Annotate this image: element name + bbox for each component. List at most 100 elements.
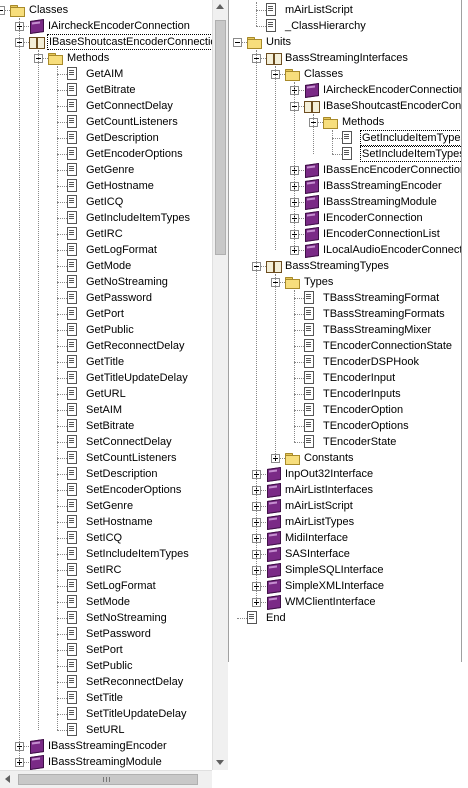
tree-node-label[interactable]: GetTitleUpdateDelay <box>85 370 189 386</box>
tree-node[interactable]: GetEncoderOptions <box>0 146 212 162</box>
tree-node[interactable]: TEncoderDSPHook <box>229 354 461 370</box>
tree-node-label[interactable]: SetCountListeners <box>85 450 178 466</box>
tree-node[interactable]: SetIncludeItemTypes <box>229 146 461 162</box>
tree-node[interactable]: Classes <box>0 2 212 18</box>
left-vertical-scrollbar[interactable] <box>212 0 228 770</box>
tree-node-label[interactable]: GetAIM <box>85 66 124 82</box>
tree-node-label[interactable]: SimpleSQLInterface <box>284 562 384 578</box>
tree-node[interactable]: TEncoderConnectionState <box>229 338 461 354</box>
tree-node[interactable]: GetNoStreaming <box>0 274 212 290</box>
tree-node[interactable]: GetTitleUpdateDelay <box>0 370 212 386</box>
tree-node-label[interactable]: TEncoderState <box>322 434 397 450</box>
tree-node-label[interactable]: TEncoderOption <box>322 402 404 418</box>
tree-node-label[interactable]: GetCountListeners <box>85 114 179 130</box>
tree-node[interactable]: GetAIM <box>0 66 212 82</box>
tree-node[interactable]: TEncoderState <box>229 434 461 450</box>
tree-node[interactable]: SetURL <box>0 722 212 738</box>
tree-node-label[interactable]: GetNoStreaming <box>85 274 169 290</box>
tree-node[interactable]: SetDescription <box>0 466 212 482</box>
tree-node[interactable]: Constants <box>229 450 461 466</box>
tree-node-label[interactable]: WMClientInterface <box>284 594 376 610</box>
tree-node-label[interactable]: SetTitle <box>85 690 124 706</box>
tree-node-label[interactable]: SetMode <box>85 594 131 610</box>
tree-node-label[interactable]: Types <box>303 274 334 290</box>
tree-node[interactable]: SetICQ <box>0 530 212 546</box>
tree-node-label[interactable]: SetDescription <box>85 466 159 482</box>
tree-node-label[interactable]: GetMode <box>85 258 132 274</box>
tree-node[interactable]: IBassStreamingModule <box>0 754 212 770</box>
tree-node[interactable]: IBaseShoutcastEncoderConnection <box>0 34 212 50</box>
tree-node[interactable]: WMClientInterface <box>229 594 461 610</box>
tree-node[interactable]: SetPublic <box>0 658 212 674</box>
tree-node-label[interactable]: IBassStreamingModule <box>47 754 163 770</box>
tree-node-label[interactable]: SetGenre <box>85 498 134 514</box>
tree-node[interactable]: GetIRC <box>0 226 212 242</box>
tree-node-label[interactable]: IBassStreamingModule <box>322 194 438 210</box>
tree-node[interactable]: Types <box>229 274 461 290</box>
tree-node-label[interactable]: SetConnectDelay <box>85 434 173 450</box>
tree-node-label[interactable]: GetTitle <box>85 354 125 370</box>
tree-node[interactable]: InpOut32Interface <box>229 466 461 482</box>
tree-node-label[interactable]: GetLogFormat <box>85 242 158 258</box>
tree-node-label[interactable]: SetHostname <box>85 514 154 530</box>
tree-node[interactable]: SetEncoderOptions <box>0 482 212 498</box>
tree-node[interactable]: SetTitleUpdateDelay <box>0 706 212 722</box>
tree-node-label[interactable]: GetPort <box>85 306 125 322</box>
tree-node[interactable]: mAirListTypes <box>229 514 461 530</box>
tree-node-label[interactable]: SetTitleUpdateDelay <box>85 706 187 722</box>
tree-node[interactable]: GetICQ <box>0 194 212 210</box>
tree-node[interactable]: SimpleXMLInterface <box>229 578 461 594</box>
tree-node[interactable]: TEncoderOption <box>229 402 461 418</box>
tree-node-label[interactable]: IBaseShoutcastEncoderConnection <box>322 98 461 114</box>
tree-node-label[interactable]: SetURL <box>85 722 126 738</box>
tree-node-label[interactable]: TEncoderInputs <box>322 386 402 402</box>
tree-node[interactable]: GetPort <box>0 306 212 322</box>
tree-node-label[interactable]: IEncoderConnection <box>322 210 424 226</box>
tree-node[interactable]: SetCountListeners <box>0 450 212 466</box>
tree-node[interactable]: ILocalAudioEncoderConnection <box>229 242 461 258</box>
tree-node-label[interactable]: mAirListInterfaces <box>284 482 374 498</box>
tree-node-label[interactable]: BassStreamingInterfaces <box>284 50 409 66</box>
tree-node[interactable]: GetConnectDelay <box>0 98 212 114</box>
tree-node-label[interactable]: SetBitrate <box>85 418 135 434</box>
tree-node[interactable]: Methods <box>229 114 461 130</box>
collapse-minus-icon[interactable] <box>0 6 5 15</box>
tree-node-label[interactable]: GetGenre <box>85 162 135 178</box>
tree-node[interactable]: SetIncludeItemTypes <box>0 546 212 562</box>
tree-node[interactable]: GetPublic <box>0 322 212 338</box>
tree-node-label[interactable]: IAircheckEncoderConnection <box>47 18 191 34</box>
tree-node-label[interactable]: SetEncoderOptions <box>85 482 182 498</box>
tree-node-label[interactable]: GetURL <box>85 386 127 402</box>
tree-node[interactable]: IBaseShoutcastEncoderConnection <box>229 98 461 114</box>
tree-node-label[interactable]: SetPublic <box>85 658 133 674</box>
tree-node-label[interactable]: GetPassword <box>85 290 153 306</box>
tree-node-label[interactable]: GetICQ <box>85 194 124 210</box>
tree-node-label[interactable]: IBaseShoutcastEncoderConnection <box>47 34 212 50</box>
tree-node[interactable]: IAircheckEncoderConnection <box>229 82 461 98</box>
tree-node-label[interactable]: IAircheckEncoderConnection <box>322 82 461 98</box>
tree-node[interactable]: SetNoStreaming <box>0 610 212 626</box>
tree-node[interactable]: SetIRC <box>0 562 212 578</box>
tree-node[interactable]: SetLogFormat <box>0 578 212 594</box>
tree-node-label[interactable]: BassStreamingTypes <box>284 258 390 274</box>
tree-node[interactable]: TBassStreamingFormat <box>229 290 461 306</box>
tree-node-label[interactable]: GetHostname <box>85 178 155 194</box>
tree-node[interactable]: TEncoderInputs <box>229 386 461 402</box>
tree-node[interactable]: TEncoderInput <box>229 370 461 386</box>
tree-node-label[interactable]: Constants <box>303 450 355 466</box>
tree-node-label[interactable]: mAirListScript <box>284 2 354 18</box>
tree-node-label[interactable]: IEncoderConnectionList <box>322 226 441 242</box>
tree-node-label[interactable]: TEncoderOptions <box>322 418 410 434</box>
tree-node[interactable]: mAirListScript <box>229 498 461 514</box>
tree-node[interactable]: SetMode <box>0 594 212 610</box>
tree-node-label[interactable]: SetNoStreaming <box>85 610 168 626</box>
tree-node-label[interactable]: SASInterface <box>284 546 351 562</box>
tree-node-label[interactable]: GetPublic <box>85 322 135 338</box>
tree-node-label[interactable]: InpOut32Interface <box>284 466 374 482</box>
tree-node-label[interactable]: TEncoderConnectionState <box>322 338 453 354</box>
tree-node-label[interactable]: SetIRC <box>85 562 122 578</box>
tree-node-label[interactable]: Classes <box>303 66 344 82</box>
tree-node[interactable]: SetPort <box>0 642 212 658</box>
tree-node[interactable]: IEncoderConnection <box>229 210 461 226</box>
tree-node-label[interactable]: SetIncludeItemTypes <box>85 546 190 562</box>
